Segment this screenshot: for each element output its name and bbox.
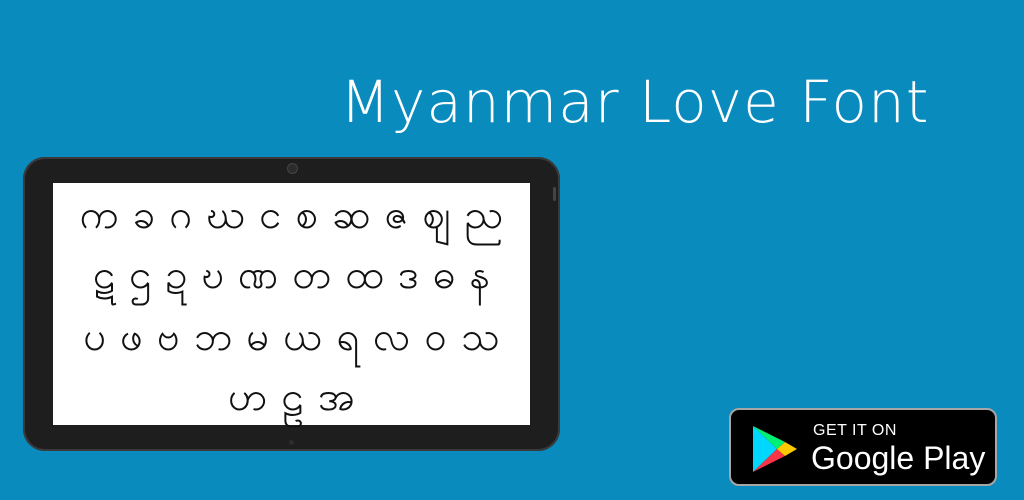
glyph: ဒ xyxy=(397,252,419,298)
camera-icon xyxy=(287,163,298,174)
glyph: ဎ xyxy=(201,252,225,298)
glyph: ဇ xyxy=(384,192,409,238)
glyph: ပ xyxy=(83,314,107,360)
glyph: ဆ xyxy=(331,192,371,238)
glyph: က xyxy=(79,192,119,238)
glyph: အ xyxy=(318,374,355,420)
badge-line2: Google Play xyxy=(811,440,986,476)
glyph: ဝ xyxy=(424,314,447,360)
glyph: ဘ xyxy=(193,314,233,360)
google-play-badge[interactable]: GET IT ON Google Play xyxy=(729,408,997,486)
tablet-screen: ကခဂဃငစဆဇဈည ဋဌဍဎဏတထဒဓန ပဖဗဘမယရလဝသ ဟဠအ xyxy=(53,183,530,425)
glyph: ည xyxy=(464,192,504,238)
glyph: ဌ xyxy=(129,252,152,298)
glyph: င xyxy=(259,192,282,238)
glyph: ဟ xyxy=(228,374,268,420)
side-button xyxy=(553,187,556,201)
glyph-row: ဟဠအ xyxy=(53,371,530,430)
glyph-row: ဋဌဍဎဏတထဒဓန xyxy=(53,249,530,308)
glyph: ရ xyxy=(336,314,360,360)
glyph: ဋ xyxy=(92,252,116,298)
glyph: တ xyxy=(292,252,332,298)
glyph: ဗ xyxy=(157,314,180,360)
glyph: ဂ xyxy=(169,192,193,238)
glyph: ဓ xyxy=(432,252,456,298)
glyph: မ xyxy=(246,314,270,360)
glyph: ယ xyxy=(283,314,323,360)
glyph: သ xyxy=(461,314,500,360)
google-play-icon xyxy=(753,426,797,472)
glyph: ဏ xyxy=(238,252,279,298)
home-indicator xyxy=(289,440,294,445)
glyph: ခ xyxy=(132,192,156,238)
app-title: Myanmar Love Font xyxy=(340,68,930,136)
glyph: ဈ xyxy=(422,192,451,238)
glyph: လ xyxy=(373,314,411,360)
glyph-row: ကခဂဃငစဆဇဈည xyxy=(53,189,530,248)
badge-line1: GET IT ON xyxy=(813,422,897,439)
glyph: ဖ xyxy=(120,314,143,360)
glyph: န xyxy=(469,252,491,298)
glyph: စ xyxy=(295,192,318,238)
glyph: ဍ xyxy=(165,252,188,298)
tablet-device: ကခဂဃငစဆဇဈည ဋဌဍဎဏတထဒဓန ပဖဗဘမယရလဝသ ဟဠအ xyxy=(23,157,560,451)
glyph: ဠ xyxy=(281,374,305,420)
glyph: ထ xyxy=(345,252,384,298)
glyph: ဃ xyxy=(206,192,246,238)
glyph-row: ပဖဗဘမယရလဝသ xyxy=(53,311,530,370)
